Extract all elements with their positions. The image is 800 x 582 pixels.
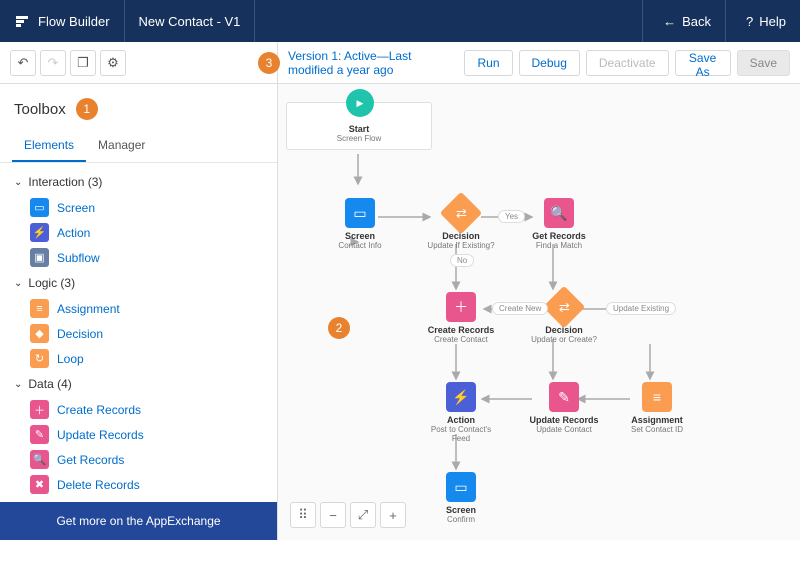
node-screen-contact-info[interactable]: ▭ Screen Contact Info <box>330 198 390 250</box>
node-decision-update-or-create[interactable]: ⇄ Decision Update or Create? <box>524 292 604 344</box>
flow-name: New Contact - V1 <box>125 0 256 42</box>
group-data[interactable]: ⌄Data (4) <box>8 371 269 397</box>
save-as-button[interactable]: Save As <box>675 50 731 76</box>
toolbox-sidebar: ↶ ↷ ❐ ⚙ Toolbox 1 Elements Manager ⌄Inte… <box>0 42 278 540</box>
sidebar-item-subflow[interactable]: ▣Subflow <box>8 245 269 270</box>
sidebar-item-delete-records[interactable]: ✖Delete Records <box>8 472 269 497</box>
action-icon: ⚡ <box>30 223 49 242</box>
tab-manager[interactable]: Manager <box>86 130 157 162</box>
arrow-left-icon: ← <box>663 14 676 29</box>
node-decision-update-if-existing[interactable]: ⇄ Decision Update If Existing? <box>426 198 496 250</box>
play-icon: ▶ <box>346 89 374 117</box>
node-create-records[interactable]: ＋ Create Records Create Contact <box>426 292 496 344</box>
edge-label-update-existing: Update Existing <box>606 302 676 315</box>
get-records-icon: 🔍 <box>544 198 574 228</box>
assignment-icon: ≡ <box>30 299 49 318</box>
group-logic[interactable]: ⌄Logic (3) <box>8 270 269 296</box>
redo-button[interactable]: ↷ <box>40 50 66 76</box>
canvas-tools: ⠿ − ⤢ + <box>290 502 410 528</box>
sidebar-item-action[interactable]: ⚡Action <box>8 220 269 245</box>
edge-label-yes: Yes <box>498 210 525 223</box>
sidebar-item-update-records[interactable]: ✎Update Records <box>8 422 269 447</box>
chevron-down-icon: ⌄ <box>14 379 22 390</box>
flow-builder-logo-icon <box>14 13 30 29</box>
sidebar-item-loop[interactable]: ↻Loop <box>8 346 269 371</box>
toolbox-title-row: Toolbox 1 <box>0 84 277 130</box>
appexchange-link[interactable]: Get more on the AppExchange <box>0 502 277 540</box>
question-icon: ? <box>746 14 753 29</box>
node-start[interactable]: ▶ Start Screen Flow <box>286 102 432 150</box>
chevron-down-icon: ⌄ <box>14 278 22 289</box>
assignment-icon: ≡ <box>642 382 672 412</box>
help-button[interactable]: ? Help <box>725 0 800 42</box>
toolbox-title: Toolbox <box>14 101 66 118</box>
sidebar-item-assignment[interactable]: ≡Assignment <box>8 296 269 321</box>
decision-icon: ⇄ <box>543 286 585 328</box>
node-action[interactable]: ⚡ Action Post to Contact's Feed <box>426 382 496 443</box>
edge-label-create-new: Create New <box>492 302 548 315</box>
create-records-icon: ＋ <box>30 400 49 419</box>
loop-icon: ↻ <box>30 349 49 368</box>
get-records-icon: 🔍 <box>30 450 49 469</box>
decision-icon: ⇄ <box>440 192 482 234</box>
sidebar-item-screen[interactable]: ▭Screen <box>8 195 269 220</box>
badge-one: 1 <box>76 98 98 120</box>
deactivate-button[interactable]: Deactivate <box>586 50 669 76</box>
edge-label-no: No <box>450 254 474 267</box>
create-records-icon: ＋ <box>446 292 476 322</box>
screen-icon: ▭ <box>345 198 375 228</box>
select-tool-button[interactable]: ⠿ <box>290 502 316 528</box>
screen-icon: ▭ <box>30 198 49 217</box>
decision-icon: ◆ <box>30 324 49 343</box>
zoom-out-button[interactable]: − <box>320 502 346 528</box>
badge-two: 2 <box>328 317 350 339</box>
sidebar-item-decision[interactable]: ◆Decision <box>8 321 269 346</box>
screen-icon: ▭ <box>446 472 476 502</box>
node-screen-confirm[interactable]: ▭ Screen Confirm <box>426 472 496 524</box>
run-button[interactable]: Run <box>464 50 512 76</box>
settings-button[interactable]: ⚙ <box>100 50 126 76</box>
toolbox-tabs: Elements Manager <box>0 130 277 163</box>
app-name: Flow Builder <box>38 14 110 29</box>
back-button[interactable]: ← Back <box>642 0 725 42</box>
delete-records-icon: ✖ <box>30 475 49 494</box>
node-assignment[interactable]: ≡ Assignment Set Contact ID <box>622 382 692 434</box>
chevron-down-icon: ⌄ <box>14 177 22 188</box>
fit-button[interactable]: ⤢ <box>350 502 376 528</box>
toolbox-list: ⌄Interaction (3) ▭Screen ⚡Action ▣Subflo… <box>0 163 277 502</box>
app-logo-cell: Flow Builder <box>0 0 125 42</box>
tab-elements[interactable]: Elements <box>12 130 86 162</box>
undo-button[interactable]: ↶ <box>10 50 36 76</box>
subflow-icon: ▣ <box>30 248 49 267</box>
sidebar-item-get-records[interactable]: 🔍Get Records <box>8 447 269 472</box>
sidebar-item-create-records[interactable]: ＋Create Records <box>8 397 269 422</box>
app-header: Flow Builder New Contact - V1 ← Back ? H… <box>0 0 800 42</box>
version-text: Version 1: Active—Last modified a year a… <box>288 49 446 77</box>
debug-button[interactable]: Debug <box>519 50 580 76</box>
zoom-in-button[interactable]: + <box>380 502 406 528</box>
badge-three: 3 <box>258 52 280 74</box>
action-icon: ⚡ <box>446 382 476 412</box>
node-get-records[interactable]: 🔍 Get Records Find a Match <box>524 198 594 250</box>
copy-button[interactable]: ❐ <box>70 50 96 76</box>
node-update-records[interactable]: ✎ Update Records Update Contact <box>524 382 604 434</box>
group-interaction[interactable]: ⌄Interaction (3) <box>8 169 269 195</box>
update-records-icon: ✎ <box>30 425 49 444</box>
flow-canvas[interactable]: 3 Version 1: Active—Last modified a year… <box>278 42 800 540</box>
update-records-icon: ✎ <box>549 382 579 412</box>
save-button[interactable]: Save <box>737 50 790 76</box>
